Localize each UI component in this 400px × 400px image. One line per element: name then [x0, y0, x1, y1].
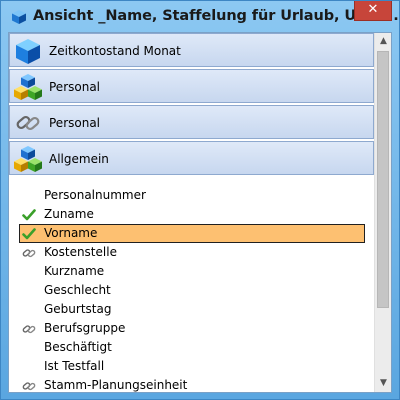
field-tree-panel: Zeitkontostand Monat Personal Personal A… [8, 32, 392, 393]
list-item-beschaeftigt[interactable]: Beschäftigt [9, 338, 374, 357]
list-item-label: Kostenstelle [44, 245, 117, 259]
title-bar[interactable]: Ansicht _Name, Staffelung für Urlaub, Ur… [1, 1, 399, 33]
list-item-label: Geschlecht [44, 283, 111, 297]
list-item-label: Vorname [44, 226, 98, 240]
scroll-down-button[interactable]: ▼ [375, 375, 391, 392]
list-item-vorname[interactable]: Vorname [9, 224, 374, 243]
list-item-kurzname[interactable]: Kurzname [9, 262, 374, 281]
section-label: Allgemein [49, 152, 109, 166]
colored-cubes-icon [14, 146, 42, 172]
list-item-label: Berufsgruppe [44, 321, 126, 335]
section-zeitkontostand-monat[interactable]: Zeitkontostand Monat [9, 33, 374, 67]
chain-link-icon [22, 325, 36, 334]
list-item-label: Geburtstag [44, 302, 112, 316]
section-personal-cubes[interactable]: Personal [9, 69, 374, 103]
list-item-zuname[interactable]: Zuname [9, 205, 374, 224]
section-label: Zeitkontostand Monat [49, 44, 181, 58]
list-item-personalnummer[interactable]: Personalnummer [9, 186, 374, 205]
close-icon: ✕ [367, 2, 379, 17]
chain-link-icon [16, 115, 40, 131]
checkmark-icon [22, 209, 36, 221]
chevron-up-icon: ▲ [380, 36, 387, 46]
section-allgemein[interactable]: Allgemein [9, 141, 374, 175]
list-item-geschlecht[interactable]: Geschlecht [9, 281, 374, 300]
blue-cube-icon [12, 10, 26, 24]
list-item-label: Ist Testfall [44, 359, 105, 373]
list-item-geburtstag[interactable]: Geburtstag [9, 300, 374, 319]
checkmark-icon [22, 228, 36, 240]
section-personal-link[interactable]: Personal [9, 105, 374, 139]
vertical-scrollbar[interactable]: ▲ ▼ [374, 33, 391, 392]
list-item-berufsgruppe[interactable]: Berufsgruppe [9, 319, 374, 338]
list-item-label: Kurzname [44, 264, 105, 278]
window-title: Ansicht _Name, Staffelung für Urlaub, Ur… [33, 8, 399, 24]
list-item-label: Stamm-Planungseinheit [44, 378, 188, 392]
list-item-label: Zuname [44, 207, 94, 221]
list-item-stamm-planungseinheit[interactable]: Stamm-Planungseinheit [9, 376, 374, 392]
list-item-kostenstelle[interactable]: Kostenstelle [9, 243, 374, 262]
blue-cube-icon [16, 39, 40, 64]
chevron-down-icon: ▼ [380, 378, 387, 388]
chain-link-icon [22, 382, 36, 391]
close-button[interactable]: ✕ [354, 1, 392, 21]
list-item-ist-testfall[interactable]: Ist Testfall [9, 357, 374, 376]
scrollbar-thumb[interactable] [377, 51, 389, 308]
scroll-up-button[interactable]: ▲ [375, 33, 391, 50]
list-item-label: Personalnummer [44, 188, 146, 202]
list-item-label: Beschäftigt [44, 340, 112, 354]
section-label: Personal [49, 116, 101, 130]
colored-cubes-icon [14, 74, 42, 100]
dialog-window: Ansicht _Name, Staffelung für Urlaub, Ur… [0, 0, 400, 400]
section-label: Personal [49, 80, 101, 94]
chain-link-icon [22, 249, 36, 258]
